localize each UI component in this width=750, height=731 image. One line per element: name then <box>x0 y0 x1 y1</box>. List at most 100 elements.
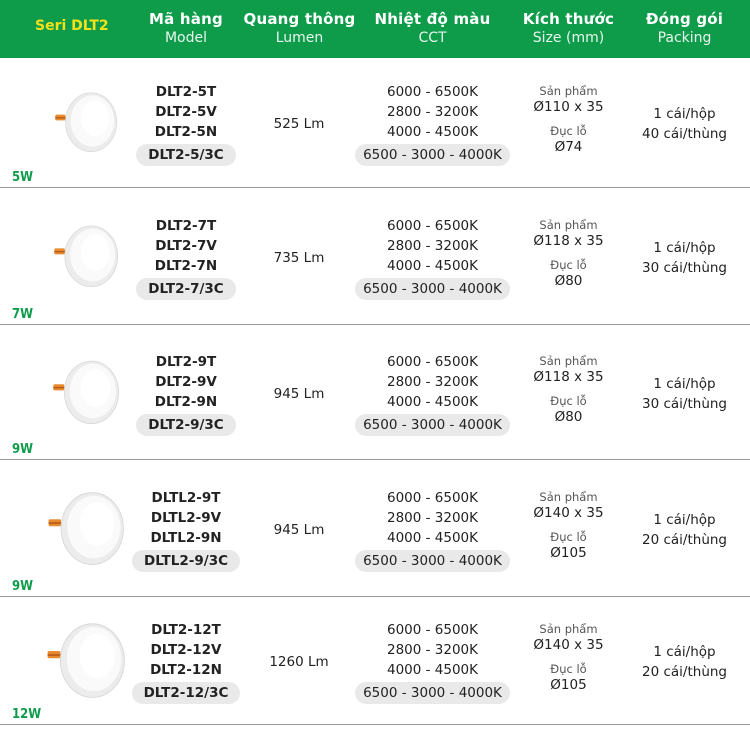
cutout-value: Ø74 <box>554 139 583 155</box>
packing-box: 1 cái/hộp <box>653 511 716 528</box>
header-size: Kích thước Size (mm) <box>515 0 622 58</box>
lumen-value: 1260 Lm <box>269 654 329 670</box>
cct-range: 4000 - 4500K <box>386 257 479 274</box>
packing-info: 1 cái/hộp 20 cái/thùng <box>622 642 747 682</box>
header-packing-sub: Packing <box>657 30 712 46</box>
model-code: DLT2-9T <box>155 353 217 370</box>
wattage-label: 9W <box>12 579 34 594</box>
lumen-value: 945 Lm <box>273 521 325 538</box>
cct-range: 6000 - 6500K <box>386 84 479 100</box>
header-cct-title: Nhiệt độ màu <box>374 10 491 28</box>
header-cct: Nhiệt độ màu CCT <box>355 0 510 58</box>
product-row: 7W DLT2-7T DLT2-7V DLT2-7N DLT2-7/3C 735 Lm 60… <box>0 188 750 325</box>
cutout-label: Đục lỗ <box>550 662 587 676</box>
model-combo-badge: DLT2-5/3C <box>136 144 236 166</box>
packing-info: 1 cái/hộp 30 cái/thùng <box>622 238 747 278</box>
header-size-title: Kích thước <box>522 10 615 28</box>
cct-range: 6000 - 6500K <box>386 353 479 370</box>
size-block: Sản phẩm Ø140 x 35 Đục lỗ Ø105 <box>520 622 617 694</box>
model-list: DLTL2-9T DLTL2-9V DLTL2-9N DLTL2-9/3C <box>130 488 242 572</box>
round-downlight-icon <box>48 89 124 157</box>
cct-combo-badge: 6500 - 3000 - 4000K <box>355 277 510 300</box>
cct-list: 6000 - 6500K 2800 - 3200K 4000 - 4500K 6500… <box>345 82 520 166</box>
header-lumen-sub: Lumen <box>275 30 324 46</box>
model-code: DLT2-12V <box>150 642 222 658</box>
model-code: DLT2-5V <box>155 104 217 120</box>
packing-carton: 30 cái/thùng <box>642 259 727 276</box>
header-lumen-title: Quang thông <box>243 10 356 28</box>
model-code: DLT2-12T <box>151 622 221 638</box>
size-label: Sản phẩm <box>539 353 598 368</box>
size-value: Ø110 x 35 <box>533 99 604 115</box>
cct-range: 2800 - 3200K <box>386 373 479 390</box>
cct-range: 2800 - 3200K <box>386 237 479 254</box>
row-divider <box>0 724 750 725</box>
cutout-label: Đục lỗ <box>550 124 587 138</box>
cct-combo-badge: 6500 - 3000 - 4000K <box>355 682 510 704</box>
packing-carton: 40 cái/thùng <box>642 126 727 142</box>
cct-range: 2800 - 3200K <box>386 642 479 658</box>
wattage-label: 12W <box>12 707 42 722</box>
cutout-value: Ø105 <box>550 544 587 561</box>
product-row: 9W DLT2-9T DLT2-9V DLT2-9N DLT2-9/3C 945 Lm 60… <box>0 325 750 460</box>
cutout-value: Ø80 <box>554 272 583 289</box>
cutout-label: Đục lỗ <box>550 529 587 544</box>
cct-list: 6000 - 6500K 2800 - 3200K 4000 - 4500K 6500… <box>345 620 520 704</box>
cct-combo-badge: 6500 - 3000 - 4000K <box>355 144 510 166</box>
model-code: DLTL2-9N <box>150 529 222 546</box>
cct-combo-badge: 6500 - 3000 - 4000K <box>355 549 510 572</box>
cct-range: 2800 - 3200K <box>386 104 479 120</box>
lumen-value: 735 Lm <box>273 249 325 266</box>
model-combo-badge: DLTL2-9/3C <box>131 549 240 572</box>
model-code: DLT2-7N <box>154 257 218 274</box>
lumen-value: 525 Lm <box>273 116 325 132</box>
model-combo-badge: DLT2-9/3C <box>136 413 236 436</box>
model-code: DLTL2-9V <box>150 509 222 526</box>
packing-box: 1 cái/hộp <box>653 239 716 256</box>
size-value: Ø140 x 35 <box>533 504 604 521</box>
packing-box: 1 cái/hộp <box>653 375 716 392</box>
packing-carton: 20 cái/thùng <box>642 531 727 548</box>
header-model: Mã hàng Model <box>130 0 242 58</box>
model-code: DLT2-7V <box>155 237 217 254</box>
model-code: DLT2-9V <box>155 373 217 390</box>
size-label: Sản phẩm <box>539 489 598 504</box>
size-block: Sản phẩm Ø118 x 35 Đục lỗ Ø80 <box>520 354 617 426</box>
size-label: Sản phẩm <box>539 84 598 98</box>
model-list: DLT2-12T DLT2-12V DLT2-12N DLT2-12/3C <box>130 620 242 704</box>
cutout-value: Ø80 <box>554 408 583 425</box>
table-header: Seri DLT2 Mã hàng Model Quang thông Lume… <box>0 0 750 58</box>
model-code: DLT2-5T <box>155 84 217 100</box>
product-row: 9W DLTL2-9T DLTL2-9V DLTL2-9N DLTL2-9/3C 945 … <box>0 460 750 597</box>
cct-range: 2800 - 3200K <box>386 509 479 526</box>
model-code: DLT2-12N <box>150 662 222 678</box>
header-model-title: Mã hàng <box>149 10 223 28</box>
packing-carton: 20 cái/thùng <box>642 664 727 680</box>
header-packing-title: Đóng gói <box>645 10 724 28</box>
wattage-label: 7W <box>12 307 34 322</box>
product-row: 12W DLT2-12T DLT2-12V DLT2-12N DLT2-12/3C 126… <box>0 597 750 725</box>
model-combo-badge: DLT2-7/3C <box>136 277 236 300</box>
packing-info: 1 cái/hộp 20 cái/thùng <box>622 510 747 550</box>
cutout-label: Đục lỗ <box>550 393 587 408</box>
cct-range: 6000 - 6500K <box>386 489 479 506</box>
round-downlight-icon <box>46 357 126 429</box>
size-label: Sản phẩm <box>539 622 598 636</box>
packing-info: 1 cái/hộp 30 cái/thùng <box>622 374 747 414</box>
model-code: DLT2-5N <box>154 124 218 140</box>
size-value: Ø140 x 35 <box>533 637 604 653</box>
cct-range: 4000 - 4500K <box>386 662 479 678</box>
cutout-label: Đục lỗ <box>550 257 587 272</box>
header-lumen: Quang thông Lumen <box>242 0 357 58</box>
packing-box: 1 cái/hộp <box>653 644 716 660</box>
cct-range: 4000 - 4500K <box>386 124 479 140</box>
size-label: Sản phẩm <box>539 217 598 232</box>
cct-range: 4000 - 4500K <box>386 529 479 546</box>
series-title: Seri DLT2 <box>35 18 109 34</box>
cct-combo-badge: 6500 - 3000 - 4000K <box>355 413 510 436</box>
header-model-sub: Model <box>164 30 208 46</box>
cutout-value: Ø105 <box>550 677 587 693</box>
